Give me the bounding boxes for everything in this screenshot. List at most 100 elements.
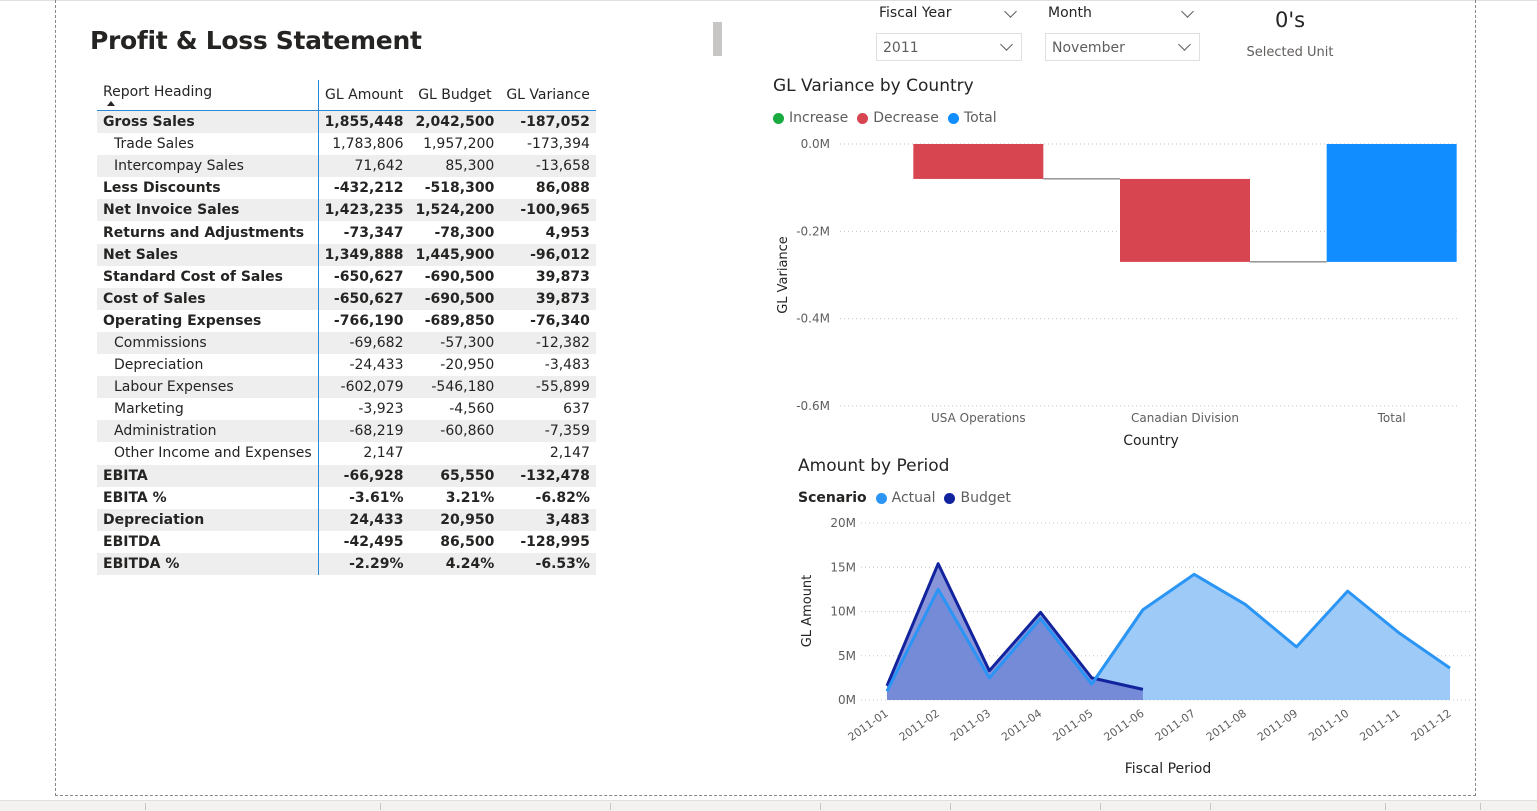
x-tick-label: 2011-09	[1255, 707, 1300, 744]
row-heading-cell: EBITA %	[97, 486, 319, 509]
report-title: Profit & Loss Statement	[90, 26, 422, 55]
table-row[interactable]: Less Discounts -432,212 -518,300 86,088	[97, 177, 596, 200]
row-heading-cell: EBITA	[97, 464, 319, 487]
table-row[interactable]: Returns and Adjustments -73,347 -78,300 4,9…	[97, 221, 596, 244]
table-row[interactable]: Net Invoice Sales 1,423,235 1,524,200 -100,…	[97, 199, 596, 222]
month-value: November	[1052, 40, 1125, 56]
legend-budget-marker	[944, 492, 956, 504]
value-cell: -650,627	[333, 268, 404, 285]
value-cell: 1,957,200	[423, 136, 495, 153]
legend-increase-label[interactable]: Increase	[789, 110, 848, 126]
x-axis-title: Fiscal Period	[1125, 761, 1212, 777]
value-cell	[410, 442, 501, 464]
page-tab-divider	[380, 803, 381, 810]
value-cell: 1,524,200	[409, 199, 501, 222]
value-cell: 85,300	[409, 155, 501, 178]
table-row[interactable]: EBITA % -3.61% 3.21% -6.82%	[97, 486, 596, 509]
y-tick-label: 10M	[830, 605, 856, 619]
y-tick-label: 0M	[838, 693, 856, 707]
fiscal-year-dropdown[interactable]: 2011	[876, 33, 1022, 61]
legend-title: Scenario	[798, 490, 867, 506]
card-value: 0's	[1274, 8, 1306, 32]
value-cell: -690,500	[424, 268, 495, 285]
table-row[interactable]: EBITA -66,928 65,550 -132,478	[97, 464, 596, 487]
y-axis-title: GL Variance	[776, 236, 791, 314]
value-cell: 1,445,900	[409, 243, 501, 266]
value-cell: -78,300	[434, 224, 495, 241]
legend-budget-label[interactable]: Budget	[960, 490, 1010, 506]
value-cell: 1,423,235	[318, 199, 410, 222]
col-header-gl-amount[interactable]: GL Amount	[318, 80, 409, 111]
x-tick-label: 2011-07	[1153, 707, 1198, 744]
y-axis-title: GL Amount	[800, 575, 815, 648]
table-row[interactable]: Depreciation -24,433 -20,950 -3,483	[97, 354, 596, 377]
y-tick-label: 0.0M	[801, 137, 830, 151]
value-cell: -24,433	[349, 357, 404, 374]
legend-actual-label[interactable]: Actual	[892, 490, 936, 506]
waterfall-bar	[1120, 178, 1250, 262]
area-legend: Scenario Actual Budget	[798, 490, 1011, 506]
value-cell: 2,147	[549, 445, 590, 462]
month-dropdown[interactable]: November	[1045, 33, 1200, 61]
value-cell: -60,860	[409, 420, 501, 443]
value-cell: -546,180	[409, 376, 501, 399]
table-row[interactable]: Labour Expenses -602,079 -546,180 -55,899	[97, 376, 596, 399]
table-row[interactable]: EBITDA % -2.29% 4.24% -6.53%	[97, 552, 596, 575]
value-cell: -7,359	[500, 420, 596, 443]
value-cell: 20,950	[409, 508, 501, 531]
row-heading-cell: Net Invoice Sales	[97, 199, 319, 222]
value-cell: -57,300	[409, 331, 501, 355]
table-row[interactable]: Cost of Sales -650,627 -690,500 39,873	[97, 287, 596, 310]
legend-total-label[interactable]: Total	[964, 110, 997, 126]
page-tab-divider	[1100, 803, 1101, 810]
row-heading-cell: EBITDA	[97, 530, 319, 553]
row-heading-cell: Less Discounts	[97, 177, 319, 200]
legend-increase-marker	[773, 112, 784, 124]
table-row[interactable]: Standard Cost of Sales -650,627 -690,500 39…	[97, 265, 596, 288]
table-row[interactable]: Operating Expenses -766,190 -689,850 -76,34…	[97, 309, 596, 332]
resize-handle[interactable]	[713, 22, 722, 56]
row-heading-cell: Depreciation	[97, 354, 319, 377]
value-cell: -602,079	[318, 376, 410, 399]
table-row[interactable]: Commissions -69,682 -57,300 -12,382	[97, 331, 596, 355]
row-heading-cell: Net Sales	[97, 243, 319, 266]
table-row[interactable]: Depreciation 24,433 20,950 3,483	[97, 508, 596, 531]
value-cell: -689,850	[424, 312, 495, 329]
value-cell: -690,500	[409, 287, 501, 310]
col-header-gl-budget[interactable]: GL Budget	[410, 80, 501, 111]
legend-decrease-label[interactable]: Decrease	[873, 110, 939, 126]
value-cell: -650,627	[318, 287, 410, 310]
table-row[interactable]: Gross Sales 1,855,448 2,042,500 -187,052	[97, 110, 596, 134]
table-row[interactable]: Marketing -3,923 -4,560 637	[97, 398, 596, 421]
table-row[interactable]: Intercompay Sales 71,642 85,300 -13,658	[97, 155, 596, 178]
value-cell: 71,642	[318, 155, 410, 178]
value-cell: -766,190	[333, 312, 404, 329]
y-tick-label: 15M	[830, 560, 856, 574]
value-cell: -432,212	[333, 180, 404, 197]
table-row[interactable]: EBITDA -42,495 86,500 -128,995	[97, 530, 596, 553]
col-header-report-heading[interactable]: Report Heading	[97, 80, 319, 111]
x-tick-label: 2011-08	[1204, 707, 1249, 744]
y-tick-label: -0.6M	[796, 399, 830, 413]
y-tick-label: 5M	[838, 649, 856, 663]
page-tab-divider	[1210, 803, 1211, 810]
value-cell: 1,855,448	[318, 110, 410, 134]
waterfall-bar	[1326, 144, 1457, 262]
col-header-gl-variance[interactable]: GL Variance	[500, 80, 596, 111]
table-row[interactable]: Other Income and Expenses 2,147 2,147	[97, 442, 596, 465]
value-cell: 2,147	[363, 445, 404, 462]
value-cell: -42,495	[343, 533, 404, 550]
fiscal-year-value: 2011	[883, 40, 919, 56]
value-cell: 3,483	[500, 508, 596, 531]
table-row[interactable]: Administration -68,219 -60,860 -7,359	[97, 420, 596, 443]
row-heading-cell: Administration	[97, 420, 319, 443]
y-tick-label: -0.2M	[796, 224, 830, 238]
table-row[interactable]: Trade Sales 1,783,806 1,957,200 -173,394	[97, 133, 596, 156]
y-tick-label: -0.4M	[796, 312, 830, 326]
value-cell: -6.53%	[500, 552, 596, 575]
value-cell: -68,219	[318, 420, 410, 443]
value-cell: -55,899	[500, 376, 596, 399]
table-row[interactable]: Net Sales 1,349,888 1,445,900 -96,012	[97, 243, 596, 266]
row-heading-cell: EBITDA %	[97, 552, 319, 575]
pl-matrix: Report Heading GL Amount GL Budget GL Va…	[97, 80, 596, 575]
